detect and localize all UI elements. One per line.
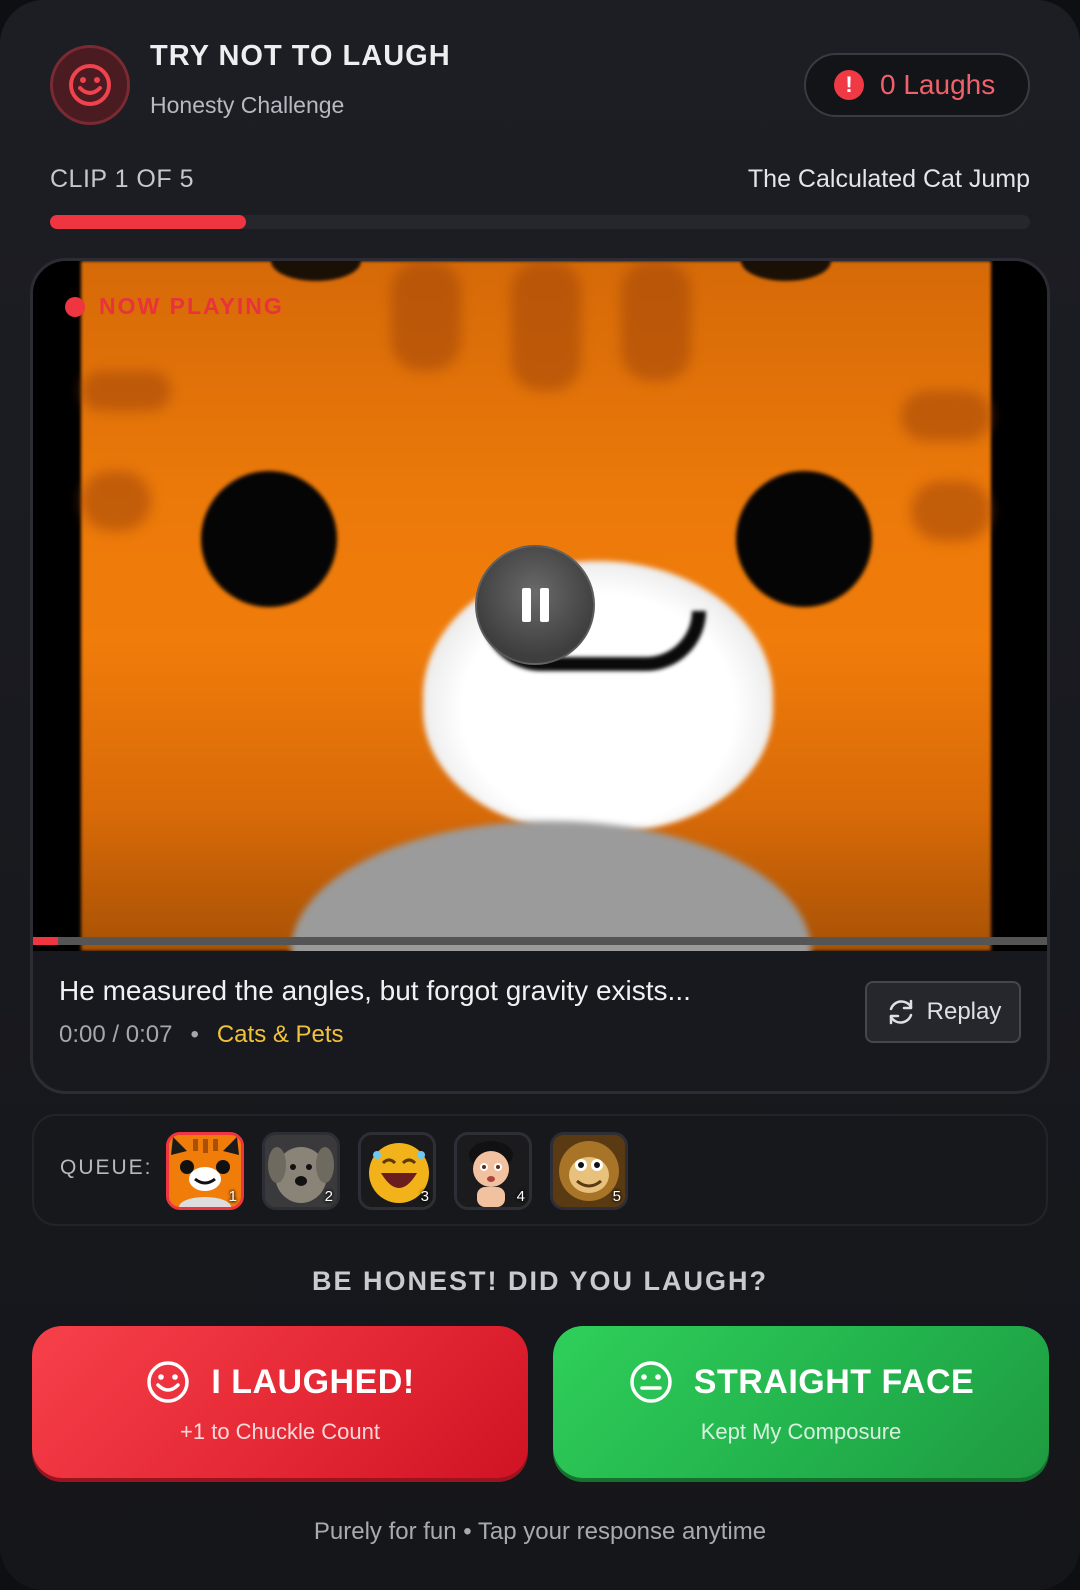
i-laughed-label: I LAUGHED! xyxy=(211,1362,415,1401)
queue-item-2[interactable]: 2 xyxy=(262,1132,340,1210)
fur-stripe xyxy=(621,261,691,381)
fur-stripe xyxy=(81,371,171,411)
queue-item-4[interactable]: 4 xyxy=(454,1132,532,1210)
cat-ear-right xyxy=(741,261,831,281)
cat-eye-left xyxy=(201,471,337,607)
header: TRY NOT TO LAUGH Honesty Challenge ! 0 L… xyxy=(50,40,1030,130)
cat-eye-right xyxy=(736,471,872,607)
clip-position-label: CLIP 1 OF 5 xyxy=(50,165,194,193)
live-dot-icon xyxy=(65,296,85,317)
i-laughed-button[interactable]: I LAUGHED! +1 to Chuckle Count xyxy=(32,1326,528,1478)
straight-face-sublabel: Kept My Composure xyxy=(700,1419,902,1444)
fur-stripe xyxy=(81,471,151,531)
honesty-question: BE HONEST! DID YOU LAUGH? xyxy=(311,1266,768,1296)
neutral-face-icon xyxy=(630,1361,672,1403)
clip-time: 0:00 / 0:07 xyxy=(59,1021,173,1048)
pause-button[interactable] xyxy=(475,545,595,665)
fur-stripe xyxy=(391,261,461,371)
video-card: NOW PLAYING He measured the angles, but … xyxy=(30,258,1050,1094)
clip-meta: 0:00 / 0:07 • Cats & Pets xyxy=(59,1021,344,1049)
queue-item-number: 1 xyxy=(228,1188,237,1205)
queue-item-3[interactable]: 3 xyxy=(358,1132,436,1210)
footer-note: Purely for fun • Tap your response anyti… xyxy=(313,1518,767,1545)
alert-icon: ! xyxy=(834,70,864,100)
smiley-icon xyxy=(147,1361,190,1403)
clip-caption: He measured the angles, but forgot gravi… xyxy=(59,975,691,1006)
meta-separator: • xyxy=(190,1021,199,1048)
challenge-progress-fill xyxy=(50,215,246,229)
queue-item-1[interactable]: 1 xyxy=(166,1132,244,1210)
now-playing-label: NOW PLAYING xyxy=(99,293,284,319)
fur-stripe xyxy=(911,481,991,541)
now-playing-indicator: NOW PLAYING xyxy=(65,293,284,320)
pause-icon-bar xyxy=(521,588,531,622)
video-scrubber-fill xyxy=(33,937,59,945)
video-scrubber[interactable] xyxy=(33,937,1047,945)
i-laughed-sublabel: +1 to Chuckle Count xyxy=(180,1419,380,1444)
challenge-progress-bar xyxy=(50,215,1030,229)
queue-item-number: 3 xyxy=(420,1188,429,1205)
cat-ear-left xyxy=(271,261,361,281)
fur-stripe xyxy=(901,391,991,441)
laugh-count-badge: ! 0 Laughs xyxy=(804,53,1030,117)
laugh-count-label: 0 Laughs xyxy=(880,69,996,100)
replay-icon xyxy=(889,999,912,1025)
video-player[interactable]: NOW PLAYING xyxy=(33,261,1047,951)
fur-stripe xyxy=(511,261,581,391)
clip-queue: QUEUE: 1 2 3 4 5 xyxy=(32,1114,1048,1226)
queue-label: QUEUE: xyxy=(60,1156,153,1179)
app-root: TRY NOT TO LAUGH Honesty Challenge ! 0 L… xyxy=(0,0,1080,1590)
smiley-logo-icon xyxy=(50,45,130,125)
straight-face-label: STRAIGHT FACE xyxy=(693,1362,975,1401)
replay-button[interactable]: Replay xyxy=(865,981,1021,1043)
queue-item-5[interactable]: 5 xyxy=(550,1132,628,1210)
queue-item-number: 2 xyxy=(324,1188,333,1205)
replay-label: Replay xyxy=(926,998,1002,1025)
app-subtitle: Honesty Challenge xyxy=(150,92,345,118)
app-title: TRY NOT TO LAUGH xyxy=(150,40,451,72)
queue-item-number: 5 xyxy=(612,1188,621,1205)
cat-body xyxy=(291,821,811,951)
clip-title: The Calculated Cat Jump xyxy=(747,165,1030,193)
clip-category: Cats & Pets xyxy=(216,1021,344,1048)
straight-face-button[interactable]: STRAIGHT FACE Kept My Composure xyxy=(553,1326,1049,1478)
queue-item-number: 4 xyxy=(516,1188,525,1205)
pause-icon-bar xyxy=(539,588,549,622)
